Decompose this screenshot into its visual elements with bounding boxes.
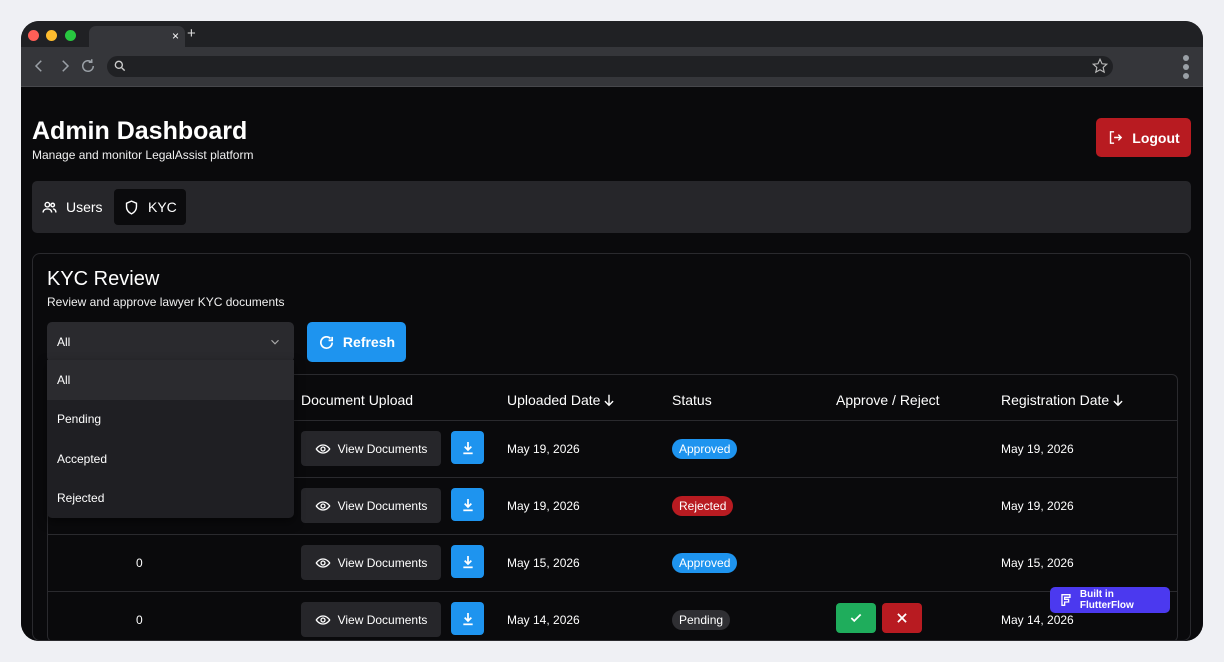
check-icon [850,613,862,623]
row-count: 0 [136,556,143,570]
users-icon [42,201,57,213]
table-row: 0 View Documents May 14, 2026 Pending Ma… [48,591,1177,640]
eye-icon [315,557,331,568]
logout-icon [1110,131,1123,144]
kyc-subtitle: Review and approve lawyer KYC documents [47,295,285,309]
sort-down-icon [604,394,614,407]
page-title: Admin Dashboard [32,117,248,145]
flutterflow-logo-icon [1061,594,1071,606]
eye-icon [315,500,331,511]
section-tabs: Users KYC [32,181,1191,233]
column-registration-date[interactable]: Registration Date [1001,392,1125,408]
column-status: Status [672,392,712,408]
browser-window: × + Admin Dashboard Manage and monitor L… [21,21,1203,641]
view-documents-button[interactable]: View Documents [301,545,441,580]
close-window-button[interactable] [28,30,39,41]
eye-icon [315,443,331,454]
download-icon [462,441,473,454]
new-tab-button[interactable]: + [187,26,196,42]
registration-date: May 14, 2026 [1001,613,1074,627]
download-icon [462,498,473,511]
chevron-down-icon [271,339,279,345]
tab-users[interactable]: Users [32,189,112,225]
column-approve-reject: Approve / Reject [836,392,940,408]
view-documents-button[interactable]: View Documents [301,488,441,523]
view-documents-label: View Documents [337,441,428,456]
download-button[interactable] [451,602,484,635]
status-badge: Rejected [672,496,734,516]
download-button[interactable] [451,488,484,521]
search-icon [114,60,126,72]
flutterflow-badge[interactable]: Built in FlutterFlow [1050,587,1170,613]
browser-tab[interactable]: × [89,26,185,47]
browser-toolbar [21,47,1203,87]
filter-option-all[interactable]: All [47,360,294,400]
uploaded-date: May 19, 2026 [507,499,580,513]
status-filter-select[interactable]: All [47,322,294,362]
view-documents-label: View Documents [337,612,428,627]
column-registration-date-label: Registration Date [1001,392,1110,408]
view-documents-label: View Documents [337,498,428,513]
page-subtitle: Manage and monitor LegalAssist platform [32,148,254,162]
table-row: 0 View Documents May 15, 2026 Approved M… [48,534,1177,591]
reject-button[interactable] [882,603,922,633]
logout-button[interactable]: Logout [1096,118,1191,157]
shield-icon [125,199,138,215]
sort-down-icon [1113,394,1123,407]
close-icon [897,613,907,623]
status-badge: Pending [672,610,731,630]
filter-option-pending[interactable]: Pending [47,400,294,440]
reload-icon[interactable] [79,57,97,75]
download-icon [462,555,473,568]
logout-label: Logout [1132,129,1180,146]
refresh-label: Refresh [342,334,396,350]
view-documents-label: View Documents [337,555,428,570]
tab-users-label: Users [66,199,103,215]
eye-icon [315,614,331,625]
row-count: 0 [136,613,143,627]
registration-date: May 19, 2026 [1001,499,1074,513]
uploaded-date: May 14, 2026 [507,613,580,627]
flutterflow-label: Built in FlutterFlow [1079,589,1134,611]
approve-button[interactable] [836,603,876,633]
kyc-review-card: KYC Review Review and approve lawyer KYC… [32,253,1191,641]
registration-date: May 19, 2026 [1001,442,1074,456]
tab-kyc-label: KYC [148,199,177,215]
status-badge: Approved [672,553,738,573]
download-button[interactable] [451,431,484,464]
filter-option-accepted[interactable]: Accepted [47,439,294,479]
view-documents-button[interactable]: View Documents [301,431,441,466]
status-badge: Approved [672,439,738,459]
column-uploaded-date-label: Uploaded Date [507,392,601,408]
back-icon[interactable] [30,57,48,75]
filter-option-rejected[interactable]: Rejected [47,479,294,519]
uploaded-date: May 19, 2026 [507,442,580,456]
kyc-title: KYC Review [47,268,160,290]
browser-menu-icon[interactable] [1181,53,1191,81]
column-document-upload: Document Upload [301,392,414,408]
maximize-window-button[interactable] [65,30,76,41]
uploaded-date: May 15, 2026 [507,556,580,570]
view-documents-button[interactable]: View Documents [301,602,441,637]
registration-date: May 15, 2026 [1001,556,1074,570]
column-uploaded-date[interactable]: Uploaded Date [507,392,616,408]
refresh-icon [319,335,333,349]
forward-icon[interactable] [56,57,74,75]
bookmark-star-icon[interactable] [1091,57,1109,75]
status-filter-value: All [57,335,71,349]
browser-tab-bar: × + [21,21,1203,47]
address-bar[interactable] [107,56,1113,77]
download-button[interactable] [451,545,484,578]
tab-close-icon[interactable]: × [172,28,179,44]
download-icon [462,612,473,625]
admin-dashboard: Admin Dashboard Manage and monitor Legal… [21,88,1203,641]
tab-kyc[interactable]: KYC [114,189,186,225]
minimize-window-button[interactable] [46,30,57,41]
status-filter-dropdown: All Pending Accepted Rejected [47,360,294,518]
refresh-button[interactable]: Refresh [307,322,406,362]
